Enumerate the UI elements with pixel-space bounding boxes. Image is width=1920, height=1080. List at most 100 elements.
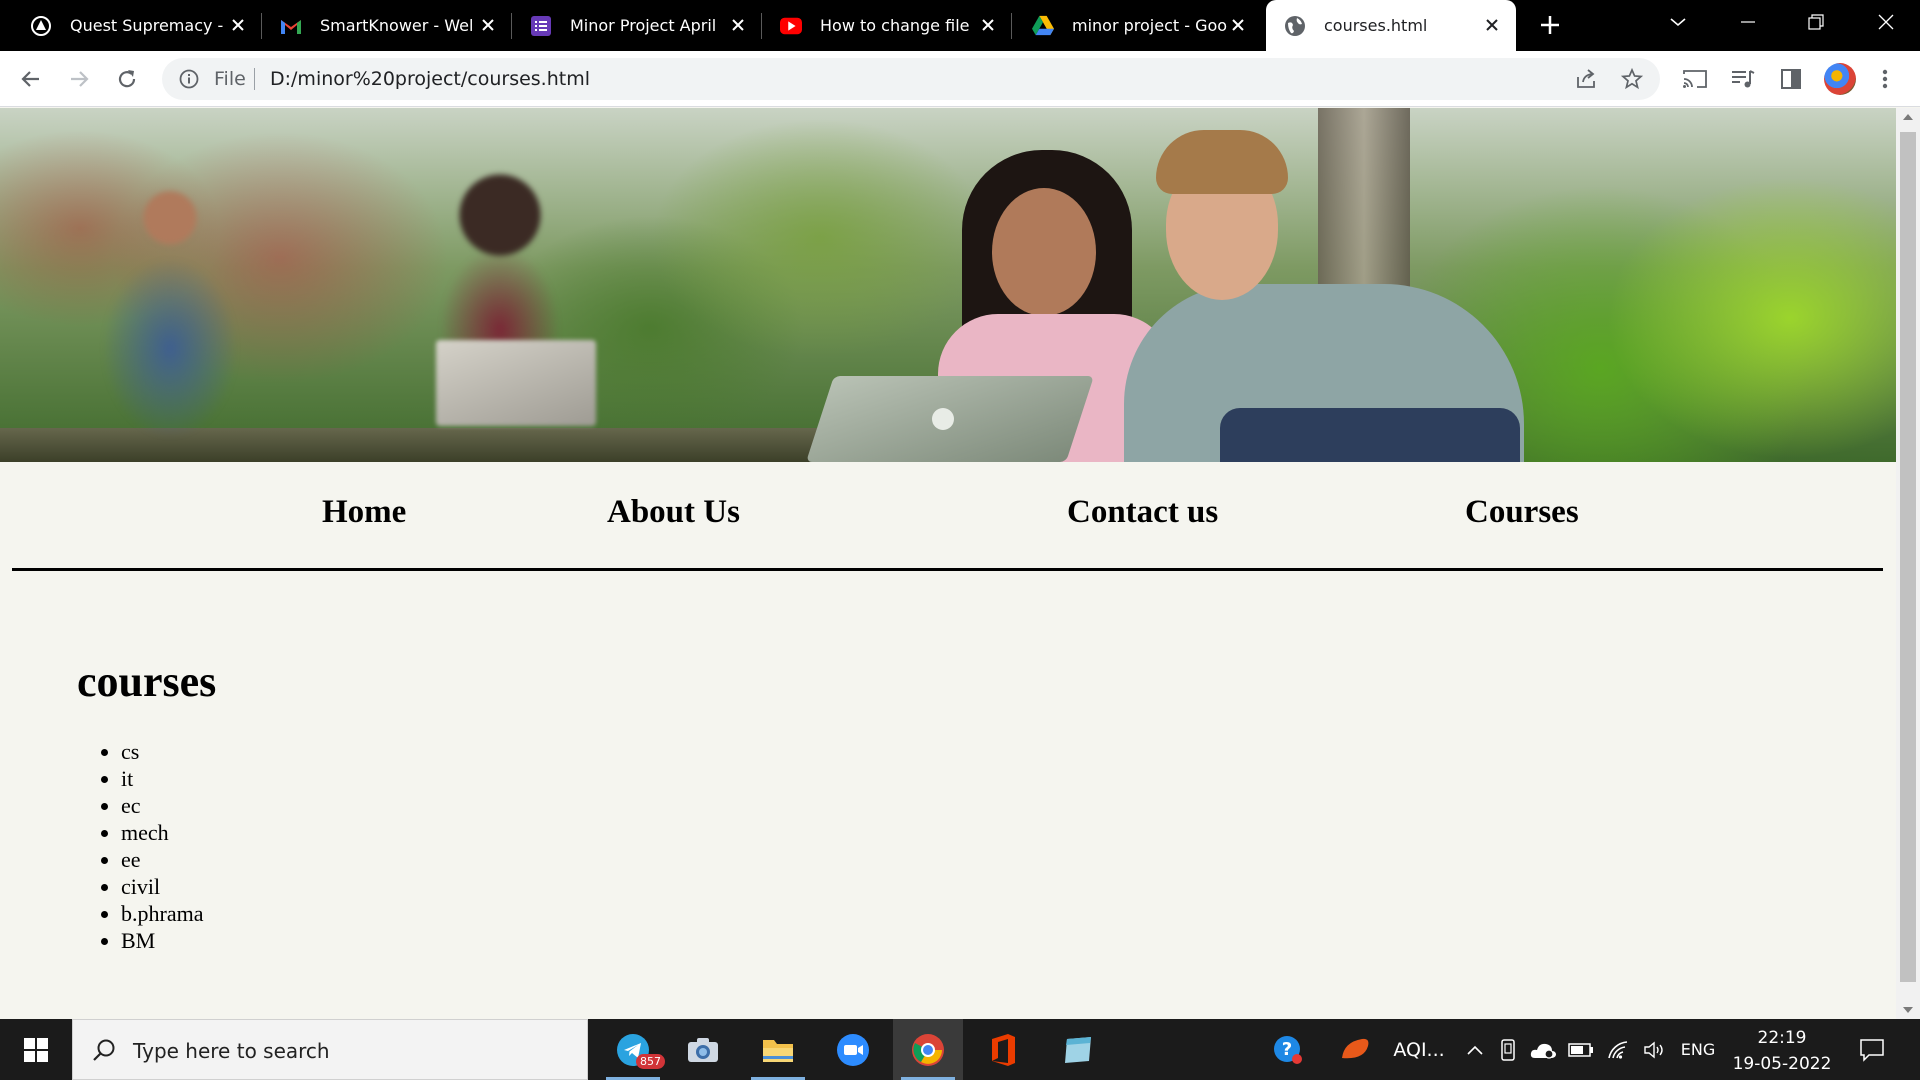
- close-icon[interactable]: [978, 15, 998, 35]
- tab-title: Minor Project April: [570, 16, 717, 35]
- zoom-app[interactable]: [818, 1019, 888, 1080]
- system-clock[interactable]: 22:19 19-05-2022: [1722, 1025, 1842, 1077]
- course-item: b.phrama: [77, 900, 203, 927]
- office-icon: [992, 1033, 1015, 1066]
- taskbar-search-box[interactable]: Type here to search: [72, 1019, 588, 1080]
- info-icon[interactable]: [178, 68, 200, 90]
- course-list: cs it ec mech ee civil b.phrama BM: [77, 738, 203, 954]
- menu-kebab-icon[interactable]: [1872, 66, 1898, 92]
- device-icon[interactable]: [1496, 1019, 1522, 1080]
- drive-icon: [1032, 15, 1054, 37]
- tab-search-button[interactable]: [1648, 0, 1708, 44]
- url-text[interactable]: D:/minor%20project/courses.html: [270, 68, 590, 90]
- clock-date: 19-05-2022: [1732, 1054, 1832, 1074]
- back-button[interactable]: [18, 66, 44, 92]
- weather-label[interactable]: AQI...: [1384, 1019, 1454, 1080]
- new-tab-button[interactable]: [1536, 11, 1564, 39]
- student-boy-hair: [1156, 130, 1288, 194]
- help-icon[interactable]: ?: [1268, 1019, 1308, 1080]
- wifi-icon[interactable]: [1604, 1019, 1634, 1080]
- quest-icon: [30, 15, 52, 37]
- scroll-up-arrow-icon[interactable]: [1903, 114, 1913, 120]
- tab-smartknower[interactable]: SmartKnower - Wel: [262, 0, 512, 51]
- chrome-app[interactable]: [893, 1019, 963, 1080]
- profile-avatar[interactable]: [1824, 63, 1856, 95]
- nav-contact-us-link[interactable]: Contact us: [1067, 494, 1218, 531]
- svg-text:?: ?: [1282, 1039, 1292, 1060]
- telegram-app[interactable]: 857: [598, 1019, 668, 1080]
- forward-button[interactable]: [66, 66, 92, 92]
- close-icon[interactable]: [1228, 15, 1248, 35]
- close-icon[interactable]: [478, 15, 498, 35]
- tab-title: How to change file: [820, 16, 970, 35]
- close-window-button[interactable]: [1856, 0, 1916, 44]
- address-bar[interactable]: File D:/minor%20project/courses.html: [162, 58, 1660, 100]
- office-app[interactable]: [968, 1019, 1038, 1080]
- tab-title: courses.html: [1324, 16, 1428, 35]
- vertical-scrollbar[interactable]: [1896, 108, 1920, 1019]
- reload-button[interactable]: [114, 66, 140, 92]
- nav-home-link[interactable]: Home: [322, 494, 406, 531]
- notification-center-icon[interactable]: [1852, 1019, 1892, 1080]
- tab-how-to-change-file[interactable]: How to change file: [762, 0, 1012, 51]
- nav-courses-link[interactable]: Courses: [1465, 494, 1579, 531]
- apple-logo-icon: [932, 408, 954, 430]
- zoom-icon: [837, 1033, 869, 1066]
- student-girl-face: [992, 188, 1096, 316]
- tab-quest-supremacy[interactable]: Quest Supremacy -: [0, 0, 262, 51]
- background-laptop: [436, 340, 596, 426]
- scrollbar-thumb[interactable]: [1900, 132, 1916, 982]
- page-viewport: Home About Us Contact us Courses courses…: [0, 108, 1896, 1019]
- volume-icon[interactable]: [1640, 1019, 1670, 1080]
- tab-minor-project-drive[interactable]: minor project - Goo: [1012, 0, 1262, 51]
- browser-toolbar: File D:/minor%20project/courses.html: [0, 51, 1920, 107]
- course-item: it: [77, 765, 203, 792]
- course-item: ec: [77, 792, 203, 819]
- search-icon: [91, 1037, 117, 1063]
- nav-about-us-link[interactable]: About Us: [607, 494, 740, 531]
- tab-title: minor project - Goo: [1072, 16, 1228, 35]
- tab-minor-project-april[interactable]: Minor Project April: [512, 0, 762, 51]
- input-language[interactable]: ENG: [1678, 1019, 1718, 1080]
- scroll-down-arrow-icon[interactable]: [1903, 1007, 1913, 1013]
- notes-app[interactable]: [1043, 1019, 1113, 1080]
- tab-courses-html[interactable]: courses.html: [1266, 0, 1516, 51]
- weather-icon[interactable]: [1336, 1019, 1376, 1080]
- restore-button[interactable]: [1786, 0, 1846, 44]
- clock-time: 22:19: [1757, 1028, 1807, 1048]
- notification-badge: 857: [636, 1054, 665, 1069]
- show-hidden-icons-chevron-icon[interactable]: [1462, 1019, 1488, 1080]
- nav-divider: [12, 568, 1883, 571]
- course-item: civil: [77, 873, 203, 900]
- course-item: BM: [77, 927, 203, 954]
- windows-logo-icon: [24, 1037, 48, 1062]
- close-icon[interactable]: [728, 15, 748, 35]
- battery-icon[interactable]: [1566, 1019, 1596, 1080]
- background-student-left: [70, 178, 270, 462]
- tab-strip: Quest Supremacy - SmartKnower - Wel Mino…: [0, 0, 1920, 51]
- globe-icon: [1284, 15, 1306, 37]
- share-icon[interactable]: [1574, 67, 1598, 91]
- forms-icon: [530, 15, 552, 37]
- close-icon[interactable]: [228, 15, 248, 35]
- bookmark-star-icon[interactable]: [1620, 67, 1644, 91]
- student-boy-jeans: [1220, 408, 1520, 462]
- side-panel-icon[interactable]: [1778, 66, 1804, 92]
- media-controls-icon[interactable]: [1730, 66, 1756, 92]
- onedrive-cloud-icon[interactable]: [1528, 1019, 1558, 1080]
- tab-title: Quest Supremacy -: [70, 16, 224, 35]
- divider: [254, 68, 255, 90]
- windows-taskbar: Type here to search 857 ? AQI... ENG 22:…: [0, 1019, 1920, 1080]
- page-title: courses: [77, 657, 217, 706]
- file-explorer-app[interactable]: [743, 1019, 813, 1080]
- start-button[interactable]: [0, 1019, 72, 1080]
- youtube-icon: [780, 15, 802, 37]
- gmail-icon: [280, 15, 302, 37]
- chrome-icon: [912, 1033, 944, 1066]
- close-icon[interactable]: [1482, 15, 1502, 35]
- search-placeholder: Type here to search: [133, 1039, 330, 1063]
- minimize-button[interactable]: [1718, 0, 1778, 44]
- tab-title: SmartKnower - Wel: [320, 16, 474, 35]
- camera-app[interactable]: [668, 1019, 738, 1080]
- cast-icon[interactable]: [1682, 66, 1708, 92]
